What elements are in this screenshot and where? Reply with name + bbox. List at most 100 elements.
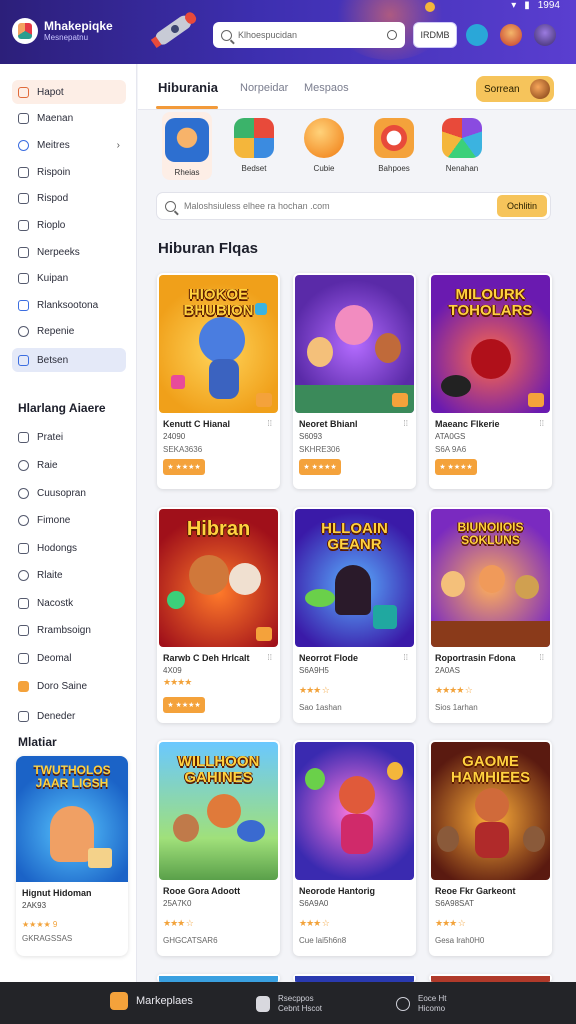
rating-stars: ★★★ ☆ — [435, 918, 466, 928]
brand-logo-icon — [12, 18, 38, 44]
game-card[interactable]: Hibran Rarwb C Deh Hrlcalt ⁞⁞ 4X09 ★★★★ … — [157, 507, 280, 723]
folder-icon — [18, 246, 29, 258]
sidebar-sub-item-9[interactable]: Deomal — [12, 646, 126, 670]
game-card-partial[interactable] — [293, 974, 416, 982]
game-thumbnail: BIUNOIIOIS SOKLUNS — [431, 509, 550, 647]
character-head — [437, 826, 459, 852]
game-cta-button[interactable]: ★ ★★★★ — [163, 459, 205, 475]
menu-avatar[interactable] — [534, 24, 556, 46]
header-button[interactable]: IRDMB — [413, 22, 457, 48]
sidebar-sub-item-3[interactable]: Cuusopran — [12, 481, 126, 505]
promo-art: TWUTHOLOS JAAR LIGSH — [16, 756, 128, 882]
game-cta-button[interactable]: ★ ★★★★ — [299, 459, 341, 475]
main-search-button[interactable]: Ochlitin — [497, 195, 547, 217]
tab-action-label: Sorrean — [484, 83, 520, 95]
main-search-input[interactable]: Maloshsiuless elhee ra hochan .com Ochli… — [156, 192, 551, 220]
sidebar-item-label: Nerpeeks — [37, 246, 80, 258]
sidebar-sub-item-6[interactable]: Rlaite — [12, 563, 126, 587]
game-card[interactable]: MILOURK TOHOLARS Maeanc Flkerie ⁞⁞ ATA0G… — [429, 273, 552, 489]
more-icon[interactable]: ⁞⁞ — [404, 653, 408, 662]
sidebar-item-9[interactable]: Rlanksootona — [12, 293, 126, 317]
compass-icon — [18, 487, 29, 499]
screen-icon — [18, 710, 29, 722]
character-head — [339, 776, 375, 814]
bottom-nav-label: Markeplaes — [136, 995, 193, 1007]
sidebar-sub-item-10[interactable]: Doro Saine — [12, 674, 126, 698]
ball — [471, 339, 511, 379]
more-icon[interactable]: ⁞⁞ — [268, 419, 272, 428]
sidebar-item-label: Meitres — [37, 139, 70, 151]
sidebar-item-7[interactable]: Nerpeeks — [12, 240, 126, 264]
sidebar-item-2[interactable]: Maenan — [12, 106, 126, 130]
game-cta-button[interactable]: ★ ★★★★ — [435, 459, 477, 475]
bottom-nav-marketplace[interactable]: Markeplaes — [110, 992, 193, 1010]
sidebar-sub-item-1[interactable]: Pratei — [12, 425, 126, 449]
leaf — [305, 589, 335, 607]
game-line1: S6093 — [299, 432, 323, 441]
game-card-partial[interactable] — [157, 974, 280, 982]
chat-icon — [18, 459, 29, 471]
game-card[interactable]: HLLOAIN GEANR Neorrot Flode ⁞⁞ S6A9H5 ★★… — [293, 507, 416, 723]
bottom-nav-item-3[interactable]: Eoce Ht Hicomo — [396, 994, 446, 1014]
game-card[interactable]: Neoret Bhianl ⁞⁞ S6093 SKHRE306 ★ ★★★★ — [293, 273, 416, 489]
category-4[interactable]: Bahpoes — [368, 118, 420, 173]
sidebar-item-10[interactable]: Repenie — [12, 319, 126, 343]
game-card[interactable]: BIUNOIIOIS SOKLUNS Roportrasin Fdona ⁞⁞ … — [429, 507, 552, 723]
voice-icon[interactable] — [387, 30, 397, 40]
sidebar-promo-card[interactable]: TWUTHOLOS JAAR LIGSH Hignut Hidoman 2AK9… — [16, 756, 128, 956]
sidebar-sub-item-8[interactable]: Rrambsoign — [12, 618, 126, 642]
header-search-input[interactable]: Klhoespucidan — [213, 22, 405, 48]
sidebar-item-5[interactable]: Rispod — [12, 186, 126, 210]
profile-avatar[interactable] — [500, 24, 522, 46]
tab-1[interactable]: Hiburania — [158, 80, 218, 95]
sidebar-item-3[interactable]: Meitres › — [12, 133, 126, 157]
category-3[interactable]: Cubie — [298, 118, 350, 173]
more-icon[interactable]: ⁞⁞ — [540, 419, 544, 428]
game-card[interactable]: GAOME HAMHIEES Reoe Fkr Garkeont S6A98SA… — [429, 740, 552, 956]
bottom-nav-item-2[interactable]: Rsecppos Cebnt Hscot — [256, 994, 322, 1014]
category-2[interactable]: Bedset — [228, 118, 280, 173]
bottom-nav-line2: Cebnt Hscot — [278, 1004, 323, 1013]
sidebar-sub-item-11[interactable]: Deneder — [12, 704, 126, 728]
character-head — [305, 768, 325, 790]
sync-icon[interactable] — [466, 24, 488, 46]
game-card[interactable]: Neorode Hantorig S6A9A0 ★★★ ☆ Cue lai5h6… — [293, 740, 416, 956]
tab-action-button[interactable]: Sorrean — [476, 76, 554, 102]
more-icon[interactable]: ⁞⁞ — [540, 653, 544, 662]
category-5[interactable]: Nenahan — [436, 118, 488, 173]
game-name: Roportrasin Fdona — [435, 653, 516, 663]
sidebar-item-home[interactable]: Hapot — [12, 80, 126, 104]
sidebar-sub-item-5[interactable]: Hodongs — [12, 536, 126, 560]
inbox-icon — [18, 597, 29, 609]
promo-art-title: TWUTHOLOS JAAR LIGSH — [33, 763, 111, 790]
character-head — [523, 826, 545, 852]
character-head — [441, 571, 465, 597]
calendar-icon — [18, 192, 29, 204]
game-card-partial[interactable] — [429, 974, 552, 982]
game-name: Neorrot Flode — [299, 653, 359, 663]
category-5-icon — [442, 118, 482, 158]
more-icon[interactable]: ⁞⁞ — [268, 653, 272, 662]
game-cta-button[interactable]: ★ ★★★★ — [163, 697, 205, 713]
tab-2[interactable]: Norpeidar — [240, 82, 288, 94]
sidebar-sub-item-4[interactable]: Fimone — [12, 508, 126, 532]
tab-3[interactable]: Mespaos — [304, 82, 349, 94]
sidebar-item-6[interactable]: Rioplo — [12, 213, 126, 237]
sidebar-item-label: Cuusopran — [37, 487, 86, 499]
sidebar-item-11[interactable]: Betsen — [12, 348, 126, 372]
game-art-title: BIUNOIIOIS SOKLUNS — [457, 520, 524, 547]
bottom-nav-label-group: Eoce Ht Hicomo — [418, 994, 446, 1014]
game-art-title: HLLOAIN GEANR — [321, 520, 388, 553]
game-card[interactable]: HIOKOE BHUBION Kenutt C Hianal ⁞⁞ 24090 … — [157, 273, 280, 489]
sidebar-item-8[interactable]: Kuipan — [12, 266, 126, 290]
sidebar-item-4[interactable]: Rispoin — [12, 160, 126, 184]
game-card[interactable]: WILLHOON GAHINES Rooe Gora Adoott 25A7K0… — [157, 740, 280, 956]
sidebar-item-label: Rispod — [37, 192, 69, 204]
brand[interactable]: Mhakepiqke Mesnepatnu — [12, 18, 113, 44]
sidebar-sub-item-2[interactable]: Raie — [12, 453, 126, 477]
category-1[interactable]: Rheias — [161, 118, 213, 177]
more-icon[interactable]: ⁞⁞ — [404, 419, 408, 428]
game-art-title: Hibran — [186, 518, 251, 540]
sidebar-sub-item-7[interactable]: Nacostk — [12, 591, 126, 615]
character-head — [335, 305, 373, 345]
